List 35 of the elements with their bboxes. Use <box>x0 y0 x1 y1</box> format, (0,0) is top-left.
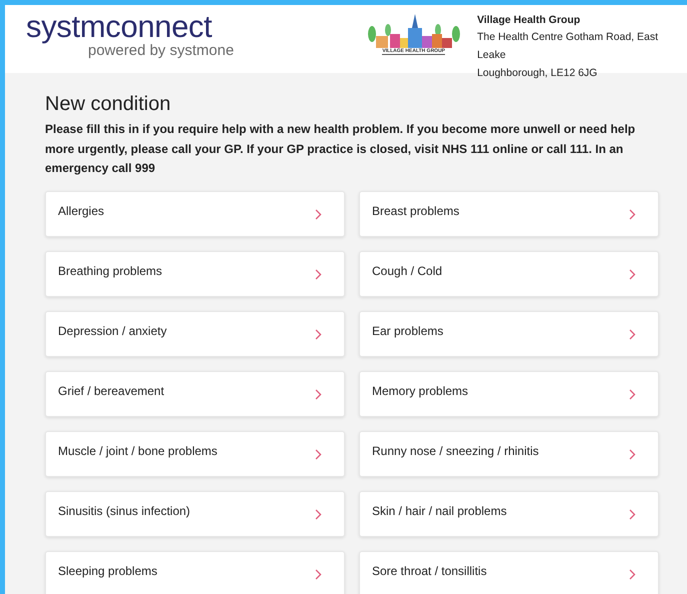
chevron-right-icon <box>629 268 636 280</box>
chevron-right-icon <box>629 208 636 220</box>
intro-text: Please fill this in if you require help with a new health problem. If you become more unwell or need help more urgently, please call your GP. If your GP practice is closed, visit NHS 111 online or call 111. In an emergency call 999 <box>45 121 636 177</box>
chevron-right-icon <box>629 328 636 340</box>
brand-logo-text: systmconnect <box>26 11 213 43</box>
chevron-right-icon <box>315 268 322 280</box>
condition-button[interactable]: Breast problems <box>359 190 659 236</box>
address-line: Loughborough, LE12 6JG <box>477 66 598 81</box>
brand-tagline: powered by systmone <box>88 43 235 59</box>
condition-button[interactable]: Depression / anxiety <box>45 310 345 356</box>
address-line: The Health Centre Gotham Road, East Leake <box>477 30 660 63</box>
practice-name: Village Health Group <box>477 13 582 28</box>
chevron-right-icon <box>315 508 322 520</box>
page-title: New condition <box>45 93 172 116</box>
chevron-right-icon <box>315 388 322 400</box>
chevron-right-icon <box>315 328 322 340</box>
chevron-right-icon <box>629 568 636 580</box>
condition-button[interactable]: Sinusitis (sinus infection) <box>45 490 345 536</box>
condition-button[interactable]: Breathing problems <box>45 250 345 296</box>
condition-button[interactable]: Ear problems <box>359 310 659 356</box>
condition-button[interactable]: Runny nose / sneezing / rhinitis <box>359 430 659 476</box>
condition-button[interactable]: Grief / bereavement <box>45 370 345 416</box>
chevron-right-icon <box>629 508 636 520</box>
condition-button[interactable]: Sleeping problems <box>45 550 345 594</box>
condition-button[interactable]: Skin / hair / nail problems <box>359 490 659 536</box>
condition-button[interactable]: Cough / Cold <box>359 250 659 296</box>
chevron-right-icon <box>629 448 636 460</box>
chevron-right-icon <box>315 568 322 580</box>
chevron-right-icon <box>629 388 636 400</box>
condition-button[interactable]: Allergies <box>45 190 345 236</box>
condition-button[interactable]: Muscle / joint / bone problems <box>45 430 345 476</box>
condition-button[interactable]: Sore throat / tonsillitis <box>359 550 659 594</box>
condition-button[interactable]: Memory problems <box>359 370 659 416</box>
chevron-right-icon <box>315 448 322 460</box>
chevron-right-icon <box>315 208 322 220</box>
